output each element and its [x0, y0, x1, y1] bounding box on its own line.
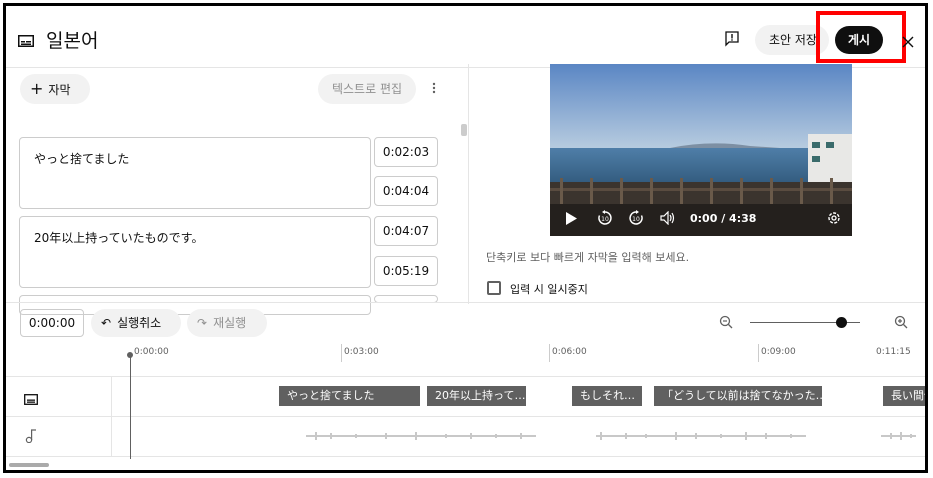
video-time-display: 0:00 / 4:38 [690, 212, 757, 225]
close-icon[interactable] [902, 33, 914, 52]
ruler-label: 0:06:00 [552, 347, 587, 357]
caption-segment[interactable]: 「どうして以前は捨てなかった… [654, 386, 822, 406]
edit-as-text-button[interactable]: 텍스트로 편집 [318, 74, 416, 104]
editor-scrollbar[interactable] [461, 124, 467, 136]
caption-end-time[interactable]: 0:05:19 [374, 256, 438, 286]
svg-text:10: 10 [632, 216, 640, 223]
caption-text-field[interactable]: やっと捨てました [19, 137, 371, 209]
ruler-label: 0:09:00 [761, 347, 796, 357]
ruler-tick [758, 344, 759, 362]
redo-label: 재실행 [213, 316, 247, 330]
subtitles-icon [24, 390, 38, 409]
ruler-tick [341, 344, 342, 362]
play-icon[interactable] [566, 212, 577, 229]
caption-text-field[interactable]: 20年以上持っていたものです。 [19, 216, 371, 288]
track-divider [6, 456, 925, 457]
zoom-out-icon[interactable] [719, 314, 733, 333]
ruler-label: 0:00:00 [134, 347, 169, 357]
undo-button[interactable]: ↶ 실행취소 [91, 309, 181, 337]
add-subtitle-label: 자막 [48, 83, 71, 97]
caption-segment[interactable]: 長い間使 [883, 386, 925, 406]
playhead-handle[interactable] [127, 352, 133, 358]
subtitle-editor-window: 일본어 초안 저장 게시 + 자막 텍스트로 편집 やっと捨てました 0:02:0… [3, 3, 928, 473]
page-title: 일본어 [46, 30, 99, 52]
caption-segment[interactable]: やっと捨てました [279, 386, 420, 406]
caption-start-time[interactable]: 0:02:03 [374, 137, 438, 167]
track-divider [6, 416, 925, 417]
caption-start-time[interactable]: 0:04:07 [374, 216, 438, 246]
publish-highlight-box [816, 11, 906, 63]
undo-icon: ↶ [101, 316, 112, 330]
zoom-slider-knob[interactable] [836, 317, 847, 328]
audio-waveform [296, 428, 925, 448]
svg-text:10: 10 [601, 216, 609, 223]
shortcut-hint-text: 단축키로 보다 빠르게 자막을 입력해 보세요. [486, 251, 690, 264]
rewind-10-icon[interactable]: 10 [597, 210, 613, 230]
caption-end-time[interactable]: 0:04:04 [374, 176, 438, 206]
more-vert-icon[interactable] [432, 80, 436, 99]
zoom-in-icon[interactable] [894, 314, 908, 333]
redo-icon: ↷ [197, 316, 208, 330]
music-note-icon [25, 428, 37, 447]
undo-label: 실행취소 [117, 316, 162, 330]
timeline-scrollbar[interactable] [9, 463, 49, 467]
ruler-tick [549, 344, 550, 362]
subtitles-icon [18, 32, 34, 51]
caption-segment[interactable]: もしそれ… [572, 386, 642, 406]
playhead[interactable] [130, 354, 131, 459]
panel-divider [468, 64, 469, 304]
forward-10-icon[interactable]: 10 [628, 210, 644, 230]
track-header-divider [111, 376, 112, 456]
feedback-icon[interactable] [725, 31, 739, 51]
pause-while-typing-label: 입력 시 일시중지 [510, 283, 588, 296]
redo-button[interactable]: ↷ 재실행 [187, 309, 267, 337]
track-divider [6, 376, 925, 377]
plus-icon: + [30, 79, 44, 98]
add-subtitle-button[interactable]: + 자막 [20, 74, 90, 104]
volume-icon[interactable] [660, 210, 676, 229]
video-player[interactable]: 10 10 0:00 / 4:38 [550, 64, 852, 236]
timeline-divider [6, 302, 925, 303]
ruler-label: 0:03:00 [344, 347, 379, 357]
pause-while-typing-checkbox[interactable] [487, 281, 501, 295]
caption-segment[interactable]: 20年以上持って… [427, 386, 526, 406]
ruler-label: 0:11:15 [876, 347, 911, 357]
timecode-field[interactable]: 0:00:00 [20, 309, 84, 337]
settings-icon[interactable] [826, 210, 842, 230]
